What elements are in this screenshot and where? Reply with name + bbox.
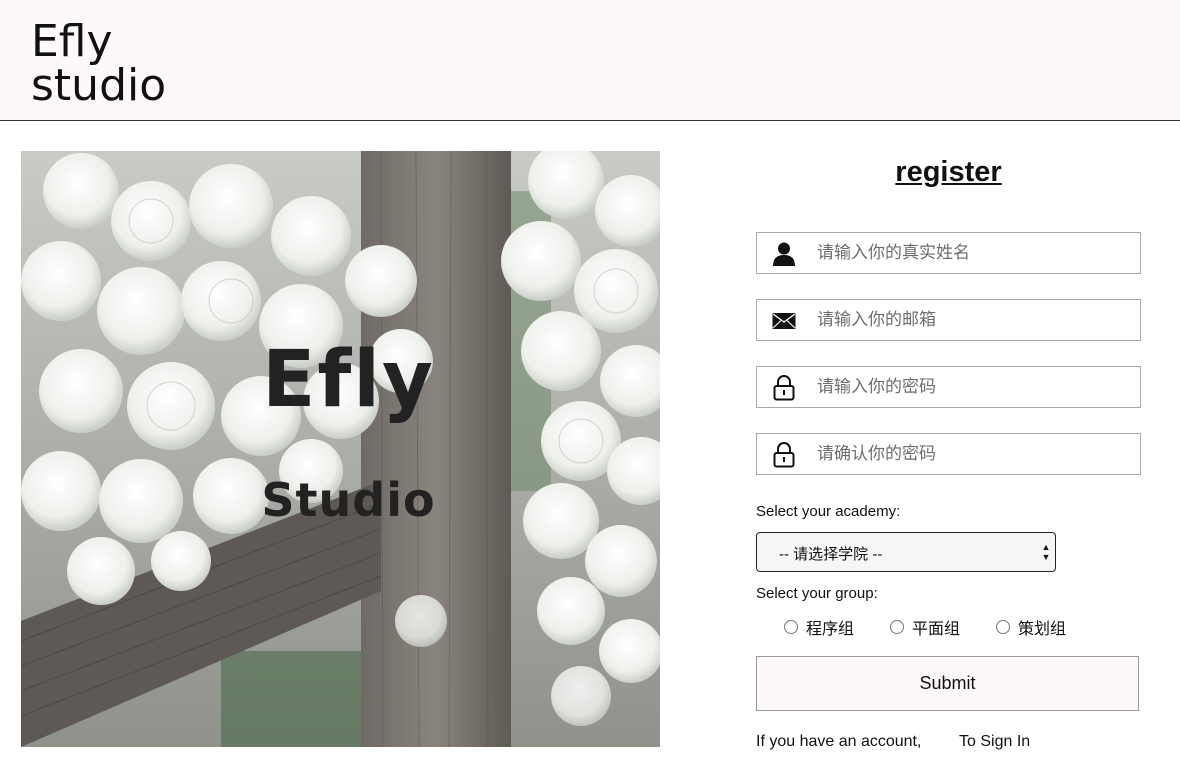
account-prompt-text: If you have an account, (756, 733, 922, 750)
academy-label: Select your academy: (756, 503, 901, 520)
hero-title-studio: Studio (261, 473, 436, 527)
site-logo[interactable]: Efly studio (31, 20, 166, 108)
academy-select-value: -- 请选择学院 -- (779, 546, 883, 563)
radio-label: 策划组 (1018, 621, 1067, 638)
select-arrows-icon: ▲ ▼ (1041, 542, 1051, 562)
lock-icon (771, 375, 797, 401)
radio-circle[interactable] (996, 620, 1010, 634)
group-label: Select your group: (756, 585, 878, 602)
hero-image: Efly Studio (21, 151, 660, 747)
confirm-password-field[interactable] (756, 433, 1141, 475)
submit-button[interactable]: Submit (756, 656, 1139, 711)
radio-circle[interactable] (784, 620, 798, 634)
hero-title-efly: Efly (262, 335, 435, 425)
radio-label: 平面组 (912, 621, 961, 638)
email-field[interactable] (756, 299, 1141, 341)
radio-group-program[interactable]: 程序组 (784, 615, 854, 639)
password-field[interactable] (756, 366, 1141, 408)
sign-in-link[interactable]: To Sign In (959, 733, 1030, 751)
register-title: register (895, 156, 1002, 188)
user-icon (771, 241, 797, 267)
lock-icon (771, 442, 797, 468)
confirm-password-input[interactable] (817, 434, 1127, 474)
radio-label: 程序组 (806, 621, 855, 638)
sign-in-prompt: If you have an account, To Sign In (756, 733, 1030, 751)
academy-select[interactable]: -- 请选择学院 -- ▲ ▼ (756, 532, 1056, 572)
radio-group-planning[interactable]: 策划组 (996, 615, 1066, 639)
name-field[interactable] (756, 232, 1141, 274)
mail-icon (771, 308, 797, 334)
radio-circle[interactable] (890, 620, 904, 634)
radio-group-graphic[interactable]: 平面组 (890, 615, 960, 639)
password-input[interactable] (817, 367, 1127, 407)
name-input[interactable] (817, 233, 1127, 273)
logo-line-1: Efly (31, 16, 113, 67)
email-input[interactable] (817, 300, 1127, 340)
hero-background-illustration (21, 151, 660, 747)
site-header: Efly studio (0, 0, 1180, 121)
logo-line-2: studio (31, 60, 167, 111)
